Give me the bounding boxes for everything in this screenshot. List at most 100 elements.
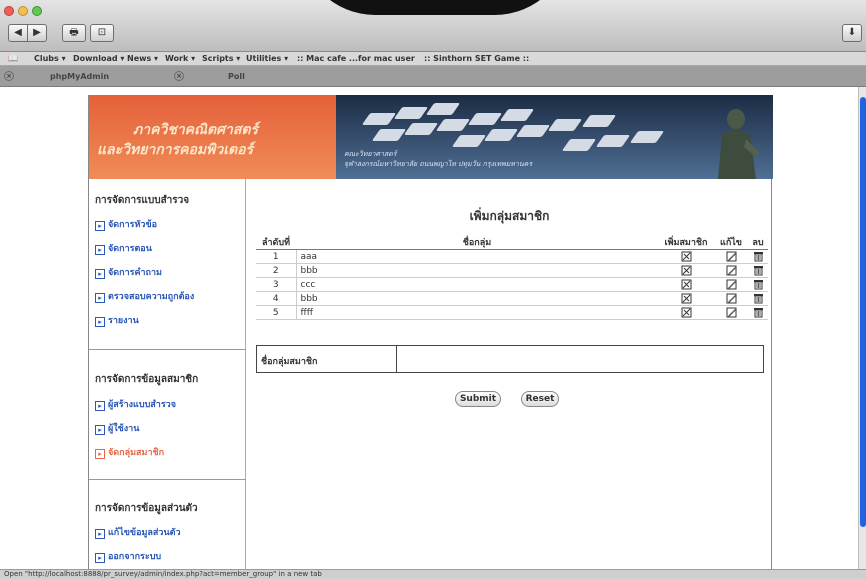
sidebar-item-edit-profile[interactable]: ▸ แก้ไขข้อมูลส่วนตัว <box>95 525 181 539</box>
reset-button[interactable]: Reset <box>521 391 559 407</box>
sidebar-heading-members: การจัดการข้อมูลสมาชิก <box>95 374 199 385</box>
minimize-window-icon[interactable] <box>18 6 28 16</box>
downloads-button[interactable]: ⬇ <box>842 24 862 42</box>
sidebar-item-questions[interactable]: ▸ จัดการคำถาม <box>95 265 162 279</box>
arrow-box-icon: ▸ <box>95 293 105 303</box>
bookmark-clubs[interactable]: Clubs ▾ <box>34 54 66 63</box>
sidebar-item-topics[interactable]: ▸ จัดการหัวข้อ <box>95 217 157 231</box>
forward-button[interactable]: ▶ <box>27 24 47 42</box>
sidebar-item-member-groups[interactable]: ▸ จัดกลุ่มสมาชิก <box>95 445 164 459</box>
row-group-name: bbb <box>296 291 658 306</box>
edit-icon[interactable] <box>726 251 737 262</box>
table-row: 5 ffff <box>256 305 768 320</box>
bookmark-scripts[interactable]: Scripts ▾ <box>202 54 240 63</box>
print-button[interactable]: 🖶 <box>62 24 86 42</box>
member-group-rows: 1 aaa 2 bbb 3 ccc 4 bbb 5 ffff <box>256 249 768 320</box>
add-member-icon[interactable] <box>681 251 692 262</box>
arrow-box-icon: ▸ <box>95 245 105 255</box>
status-text: Open "http://localhost:8888/pr_survey/ad… <box>4 570 322 578</box>
bookmark-download[interactable]: Download ▾ <box>73 54 124 63</box>
trash-icon[interactable] <box>753 252 764 262</box>
row-order: 3 <box>256 277 297 292</box>
table-row: 2 bbb <box>256 263 768 278</box>
bookmarks-icon[interactable]: 📖 <box>8 54 18 63</box>
site-banner: ภาควิชาคณิตศาสตร์ และวิทยาการคอมพิวเตอร์ <box>89 95 773 179</box>
column-header-group-name: ชื่อกลุ่ม <box>296 235 658 250</box>
browser-window: ◀ ▶ 🖶 ⊡ ⬇ 📖 Clubs ▾ Download ▾ News ▾ Wo… <box>0 0 866 579</box>
sidebar-divider <box>89 349 246 350</box>
bookmark-news[interactable]: News ▾ <box>127 54 158 63</box>
column-header-add-member: เพิ่มสมาชิก <box>658 235 714 250</box>
sidebar-menu: การจัดการแบบสำรวจ ▸ จัดการหัวข้อ ▸ จัดการต… <box>89 179 246 569</box>
close-tab-icon[interactable]: × <box>4 71 14 81</box>
screenshot-button[interactable]: ⊡ <box>90 24 114 42</box>
banner-title-panel: ภาควิชาคณิตศาสตร์ และวิทยาการคอมพิวเตอร์ <box>89 95 336 179</box>
close-tab-icon[interactable]: × <box>174 71 184 81</box>
status-bar: Open "http://localhost:8888/pr_survey/ad… <box>0 569 866 579</box>
web-viewport: ภาควิชาคณิตศาสตร์ และวิทยาการคอมพิวเตอร์ <box>0 87 858 569</box>
table-row: 1 aaa <box>256 249 768 264</box>
sidebar-item-logout[interactable]: ▸ ออกจากระบบ <box>95 549 161 563</box>
vertical-scrollbar[interactable] <box>858 87 866 569</box>
statue-image <box>718 109 760 179</box>
arrow-box-icon: ▸ <box>95 269 105 279</box>
bookmark-utilities[interactable]: Utilities ▾ <box>246 54 288 63</box>
add-member-icon[interactable] <box>681 293 692 304</box>
arrow-box-icon: ▸ <box>95 317 105 327</box>
banner-keyboard-image: คณะวิทยาศาสตร์ จุฬาลงกรณ์มหาวิทยาลัย ถนน… <box>336 95 773 179</box>
close-window-icon[interactable] <box>4 6 14 16</box>
table-row: 4 bbb <box>256 291 768 306</box>
row-order: 4 <box>256 291 297 306</box>
trash-icon[interactable] <box>753 308 764 318</box>
banner-title-line2: และวิทยาการคอมพิวเตอร์ <box>97 142 254 158</box>
sidebar-item-survey-creators[interactable]: ▸ ผู้สร้างแบบสำรวจ <box>95 397 176 411</box>
zoom-window-icon[interactable] <box>32 6 42 16</box>
column-header-order: ลำดับที่ <box>256 235 296 250</box>
banner-title-line1: ภาควิชาคณิตศาสตร์ <box>133 122 259 138</box>
arrow-box-icon: ▸ <box>95 221 105 231</box>
tab-poll[interactable]: × Poll <box>170 68 470 86</box>
sidebar-item-users[interactable]: ▸ ผู้ใช้งาน <box>95 421 139 435</box>
trash-icon[interactable] <box>753 280 764 290</box>
bookmark-work[interactable]: Work ▾ <box>165 54 195 63</box>
table-row: 3 ccc <box>256 277 768 292</box>
add-member-icon[interactable] <box>681 265 692 276</box>
add-member-icon[interactable] <box>681 307 692 318</box>
row-group-name: bbb <box>296 263 658 278</box>
row-group-name: ccc <box>296 277 658 292</box>
scrollbar-thumb[interactable] <box>860 97 866 527</box>
arrow-box-icon: ▸ <box>95 401 105 411</box>
sidebar-heading-survey: การจัดการแบบสำรวจ <box>95 195 190 206</box>
sidebar-item-sections[interactable]: ▸ จัดการตอน <box>95 241 152 255</box>
group-name-input[interactable] <box>405 350 759 368</box>
edit-icon[interactable] <box>726 265 737 276</box>
edit-icon[interactable] <box>726 293 737 304</box>
row-order: 2 <box>256 263 297 278</box>
submit-button[interactable]: Submit <box>455 391 501 407</box>
row-order: 5 <box>256 305 297 320</box>
banner-caption-line2: จุฬาลงกรณ์มหาวิทยาลัย ถนนพญาไท ปทุมวัน ก… <box>344 160 533 168</box>
trash-icon[interactable] <box>753 266 764 276</box>
trash-icon[interactable] <box>753 294 764 304</box>
screen-bezel-shadow <box>300 0 570 15</box>
sidebar-item-validate[interactable]: ▸ ตรวจสอบความถูกต้อง <box>95 289 194 303</box>
group-name-label: ชื่อกลุ่มสมาชิก <box>257 346 397 372</box>
row-order: 1 <box>256 249 297 264</box>
arrow-box-icon: ▸ <box>95 425 105 435</box>
edit-icon[interactable] <box>726 307 737 318</box>
main-content: เพิ่มกลุ่มสมาชิก ลำดับที่ ชื่อกลุ่ม เพิ่… <box>246 179 773 569</box>
tab-phpmyadmin[interactable]: × phpMyAdmin <box>0 68 170 86</box>
browser-toolbar: ◀ ▶ 🖶 ⊡ ⬇ <box>0 0 866 52</box>
add-group-form: ชื่อกลุ่มสมาชิก <box>256 345 764 373</box>
page-title: เพิ่มกลุ่มสมาชิก <box>469 209 550 223</box>
bookmark-sinthorn[interactable]: :: Sinthorn SET Game :: <box>424 54 529 63</box>
bookmark-mac-cafe[interactable]: :: Mac cafe ...for mac user <box>297 54 415 63</box>
sidebar-item-report[interactable]: ▸ รายงาน <box>95 313 139 327</box>
sidebar-heading-personal: การจัดการข้อมูลส่วนตัว <box>95 503 198 514</box>
back-button[interactable]: ◀ <box>8 24 28 42</box>
column-header-delete: ลบ <box>748 235 768 250</box>
arrow-box-icon: ▸ <box>95 553 105 563</box>
edit-icon[interactable] <box>726 279 737 290</box>
add-member-icon[interactable] <box>681 279 692 290</box>
row-group-name: aaa <box>296 249 658 264</box>
